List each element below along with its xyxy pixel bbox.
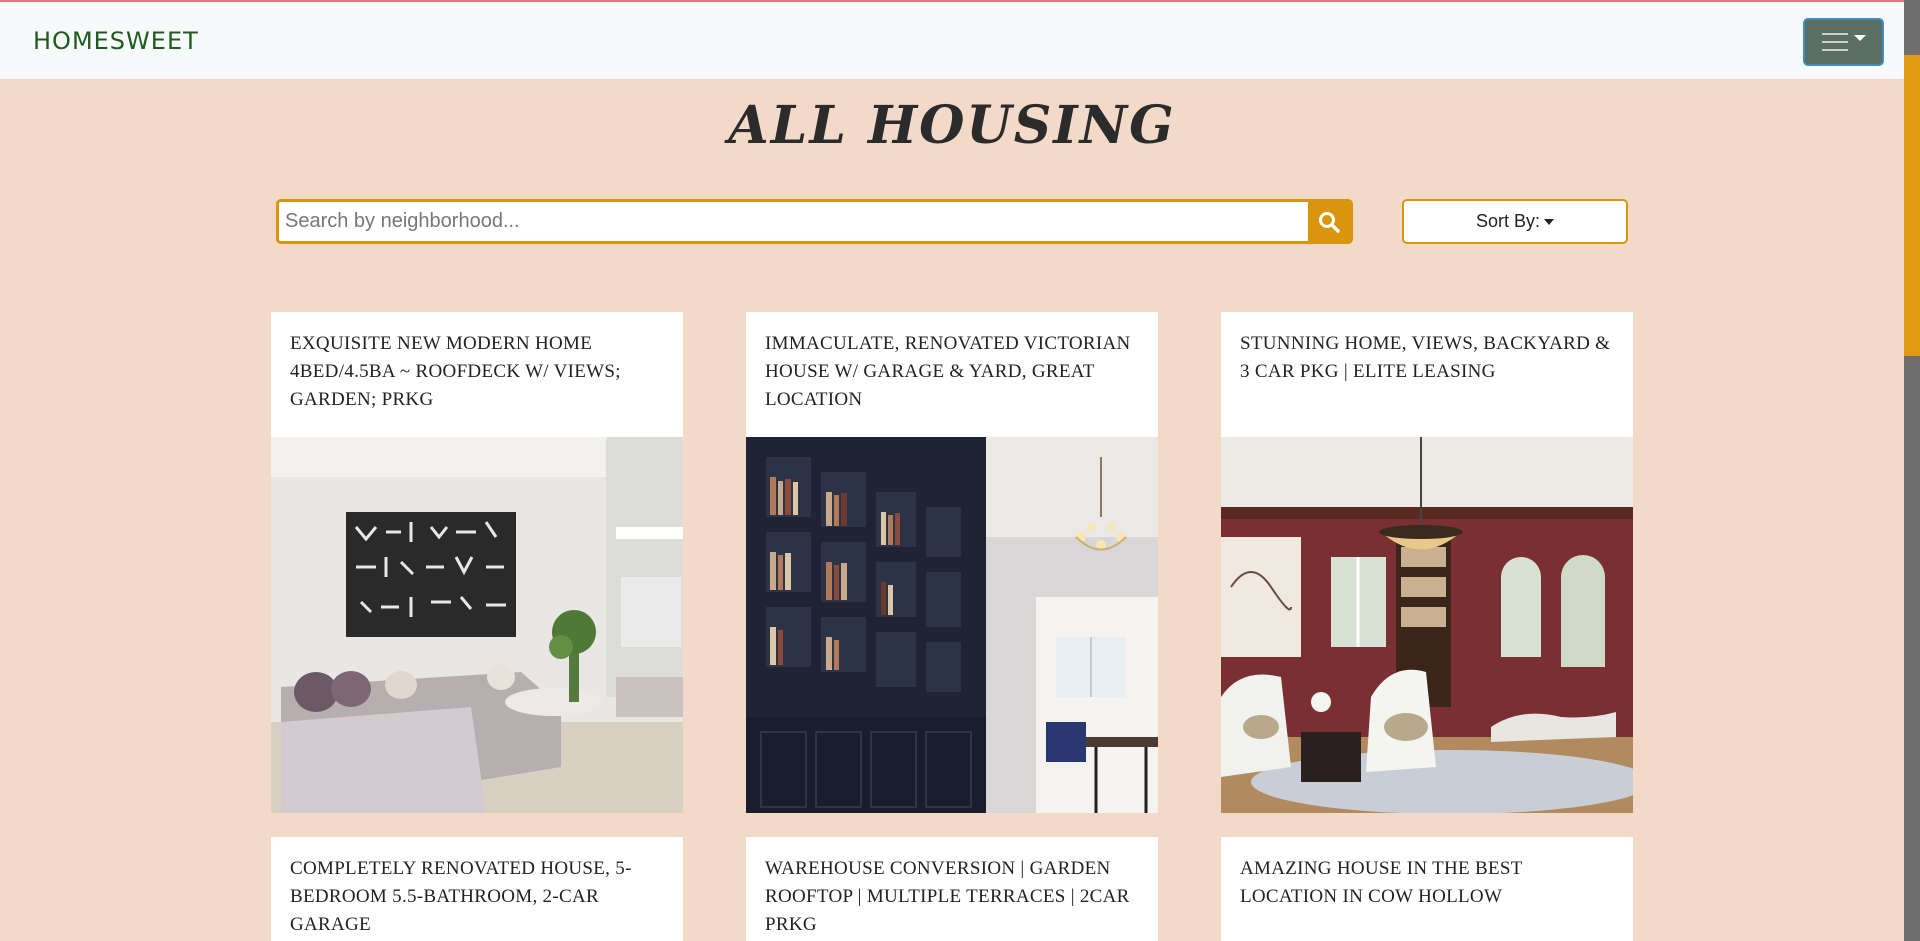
listing-title[interactable]: AMAZING HOUSE IN THE BEST LOCATION IN CO… [1221, 837, 1633, 911]
listing-card[interactable]: AMAZING HOUSE IN THE BEST LOCATION IN CO… [1221, 837, 1633, 941]
listing-title[interactable]: STUNNING HOME, VIEWS, BACKYARD & 3 CAR P… [1221, 312, 1633, 386]
sort-label: Sort By: [1475, 211, 1541, 231]
listing-card[interactable]: EXQUISITE NEW MODERN HOME 4BED/4.5BA ~ R… [271, 312, 683, 813]
listing-title[interactable]: WAREHOUSE CONVERSION | GARDEN ROOFTOP | … [746, 837, 1158, 939]
listing-title[interactable]: EXQUISITE NEW MODERN HOME 4BED/4.5BA ~ R… [271, 312, 683, 414]
menu-toggle-button[interactable] [1803, 18, 1884, 66]
page-title: ALL HOUSING [728, 95, 1176, 156]
caret-down-icon [1544, 218, 1555, 225]
listing-card[interactable]: STUNNING HOME, VIEWS, BACKYARD & 3 CAR P… [1221, 312, 1633, 813]
listing-title[interactable]: COMPLETELY RENOVATED HOUSE, 5-BEDROOM 5.… [271, 837, 683, 939]
hamburger-icon [1821, 33, 1848, 51]
scrollbar-thumb[interactable] [1904, 55, 1920, 356]
search-bar [276, 199, 1353, 244]
listing-card[interactable]: WAREHOUSE CONVERSION | GARDEN ROOFTOP | … [746, 837, 1158, 941]
listing-image[interactable] [746, 437, 1158, 813]
search-input[interactable] [279, 202, 1309, 241]
listing-image[interactable] [271, 437, 683, 813]
navbar: HOMESWEET [0, 2, 1904, 79]
search-button[interactable] [1308, 202, 1350, 241]
red-sitting-room-photo [1221, 437, 1633, 813]
modern-living-room-photo [271, 437, 683, 813]
listing-card[interactable]: COMPLETELY RENOVATED HOUSE, 5-BEDROOM 5.… [271, 837, 683, 941]
listing-image[interactable] [1221, 437, 1633, 813]
search-icon [1319, 211, 1340, 233]
listing-card[interactable]: IMMACULATE, RENOVATED VICTORIAN HOUSE W/… [746, 312, 1158, 813]
listing-title[interactable]: IMMACULATE, RENOVATED VICTORIAN HOUSE W/… [746, 312, 1158, 414]
sort-dropdown-button[interactable]: Sort By: [1402, 199, 1628, 244]
chevron-down-icon [1853, 35, 1866, 41]
library-bookshelf-photo [746, 437, 1158, 813]
brand-logo[interactable]: HOMESWEET [33, 27, 199, 55]
